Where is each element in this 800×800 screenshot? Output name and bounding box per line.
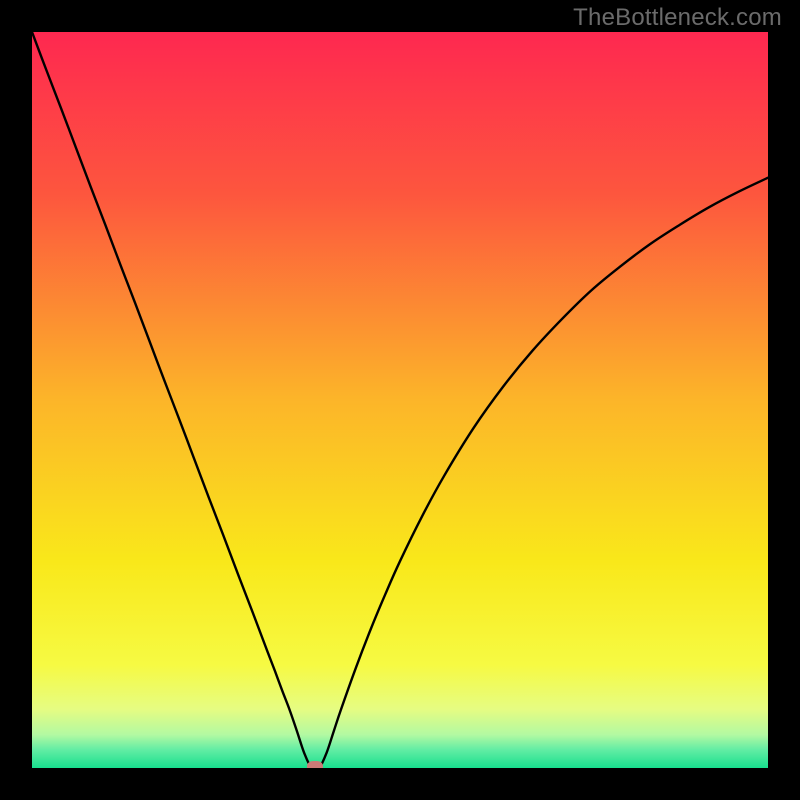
chart-frame: TheBottleneck.com	[0, 0, 800, 800]
plot-area	[32, 32, 768, 768]
bottleneck-curve	[32, 32, 768, 768]
optimum-marker	[307, 761, 323, 768]
watermark-text: TheBottleneck.com	[573, 4, 782, 32]
